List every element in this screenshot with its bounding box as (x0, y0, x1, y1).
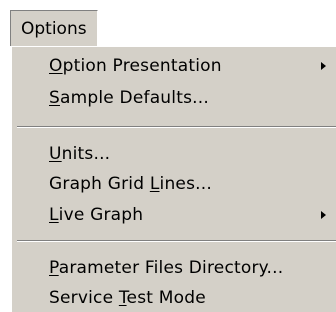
menu-item-label: Sample Defaults... (49, 88, 209, 108)
menu-item-graph-grid-lines[interactable]: Graph Grid Lines... (11, 169, 336, 199)
menu-options-label: Options (21, 18, 87, 39)
menu-item-label: Parameter Files Directory... (49, 258, 284, 278)
menu-separator (17, 126, 336, 128)
options-dropdown-menu: Option Presentation Sample Defaults... U… (10, 46, 336, 312)
menu-item-option-presentation[interactable]: Option Presentation (11, 51, 336, 81)
menu-item-live-graph[interactable]: Live Graph (11, 200, 336, 230)
menu-item-label: Graph Grid Lines... (49, 174, 212, 194)
menu-item-label: Option Presentation (49, 56, 222, 76)
menu-item-parameter-files-directory[interactable]: Parameter Files Directory... (11, 253, 336, 283)
menu-item-service-test-mode[interactable]: Service Test Mode (11, 283, 336, 312)
menu-item-label: Live Graph (49, 205, 144, 225)
menu-item-units[interactable]: Units... (11, 139, 336, 169)
menu-options[interactable]: Options (10, 10, 98, 46)
menu-item-label: Service Test Mode (49, 288, 206, 308)
menu-item-label: Units... (49, 144, 111, 164)
menu-separator (17, 240, 336, 242)
submenu-arrow-icon (321, 211, 326, 219)
menu-item-sample-defaults[interactable]: Sample Defaults... (11, 83, 336, 113)
submenu-arrow-icon (321, 62, 326, 70)
